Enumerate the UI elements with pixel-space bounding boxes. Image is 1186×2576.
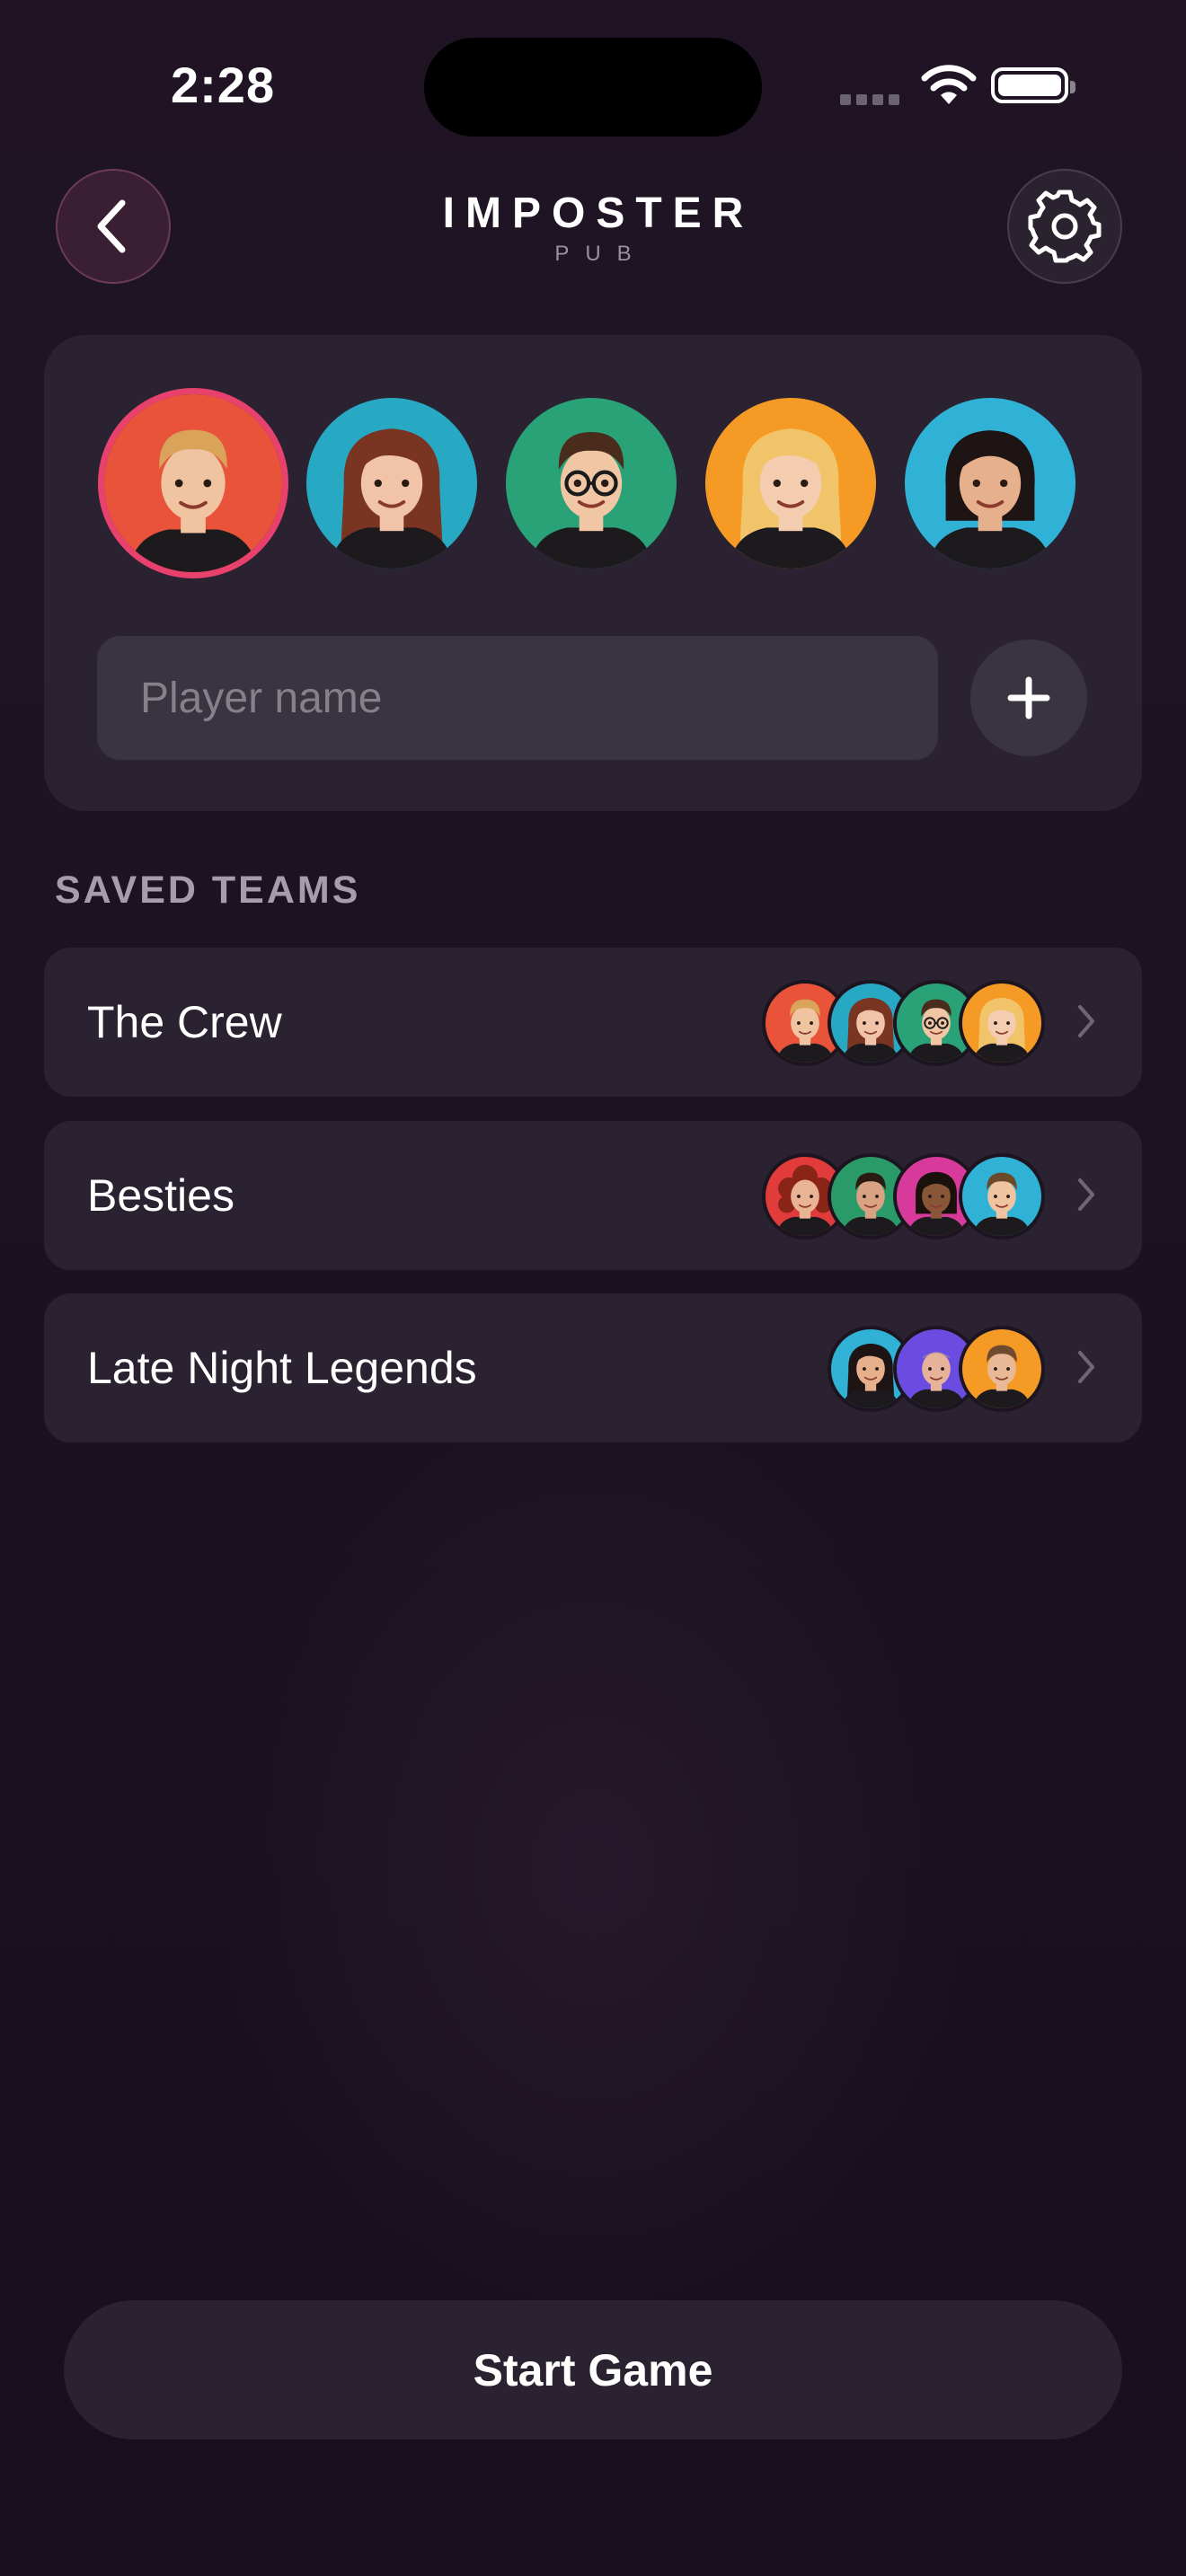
player-avatar-3[interactable] [506,398,677,569]
team-row-the-crew[interactable]: The Crew [44,948,1142,1097]
team-avatar-stack [828,1326,1045,1412]
chevron-right-icon [1078,1351,1094,1383]
team-name: The Crew [87,997,282,1047]
app-title: IMPOSTER [442,190,755,237]
team-avatar-stack [762,980,1045,1066]
app-subtitle: PUB [554,242,648,266]
chevron-right-icon [1078,1178,1094,1211]
saved-teams-heading: SAVED TEAMS [55,869,361,912]
settings-button[interactable] [1007,169,1122,284]
status-time: 2:28 [171,57,276,113]
team-row-besties[interactable]: Besties [44,1121,1142,1270]
cellular-signal-icon [840,94,899,105]
team-avatar-stack [762,1153,1045,1239]
player-avatar-2[interactable] [306,398,477,569]
team-member-avatar [959,980,1045,1066]
start-game-button[interactable]: Start Game [64,2300,1122,2439]
team-name: Besties [87,1170,235,1221]
gear-icon [1028,190,1102,263]
chevron-left-icon [97,199,126,253]
player-avatar-5[interactable] [905,398,1075,569]
dynamic-island [424,38,762,137]
chevron-right-icon [1078,1005,1094,1037]
plus-icon [1007,676,1050,719]
back-button[interactable] [56,169,171,284]
add-player-card [44,335,1142,811]
team-member-avatar [959,1153,1045,1239]
wifi-icon [921,65,977,104]
team-row-late-night-legends[interactable]: Late Night Legends [44,1293,1142,1442]
player-avatar-4[interactable] [705,398,876,569]
team-name: Late Night Legends [87,1343,477,1393]
player-name-input[interactable] [97,636,938,760]
player-avatar-1[interactable] [98,388,288,578]
app-logo: IMPOSTER PUB [413,189,773,267]
add-player-button[interactable] [970,640,1087,756]
battery-icon [991,67,1075,103]
team-member-avatar [959,1326,1045,1412]
